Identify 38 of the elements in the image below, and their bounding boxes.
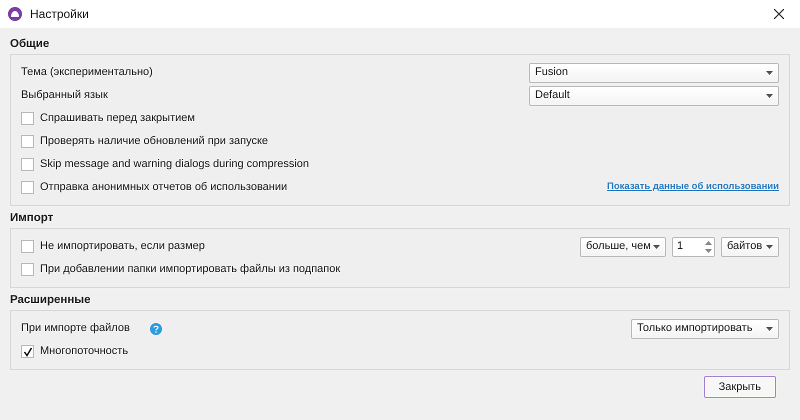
setting-label: Выбранный язык <box>21 88 108 104</box>
close-button[interactable]: Закрыть <box>704 376 776 398</box>
dropdown[interactable]: больше, чем <box>580 236 666 256</box>
checkbox-label: Многопоточность <box>40 344 128 360</box>
dropdown[interactable]: Default <box>529 86 779 106</box>
checkbox-label: Спрашивать перед закрытием <box>40 111 195 126</box>
caret-icon <box>766 94 773 98</box>
checkbox-label: Не импортировать, если размер <box>40 239 205 254</box>
dropdown[interactable]: байтов <box>721 236 779 256</box>
dropdown[interactable]: Fusion <box>529 62 779 82</box>
dropdown[interactable]: Только импортировать <box>631 318 779 338</box>
section-heading: Общие <box>10 37 50 52</box>
caret-icon <box>653 244 660 248</box>
app-logo-icon <box>8 7 22 21</box>
caret-icon <box>766 326 773 330</box>
checkbox[interactable] <box>21 263 34 276</box>
help-icon[interactable] <box>150 322 162 334</box>
setting-label: Тема (экспериментально) <box>21 65 153 80</box>
checkbox[interactable] <box>21 181 34 194</box>
setting-label: При импорте файлов <box>21 321 130 336</box>
checkbox[interactable] <box>21 240 34 253</box>
checkbox-label: Отправка анонимных отчетов об использовании <box>40 180 288 196</box>
caret-icon <box>766 244 773 248</box>
checkbox-label: Проверять наличие обновлений при запуске <box>40 134 268 150</box>
window-title: Настройки <box>30 6 89 23</box>
spin-arrows-icon[interactable] <box>705 240 712 254</box>
checkbox[interactable] <box>21 135 34 148</box>
checkbox[interactable] <box>21 112 34 125</box>
checkbox-label: При добавлении папки импортировать файлы из подпапок <box>40 262 340 278</box>
close-icon[interactable] <box>774 9 784 19</box>
checkbox-label: Skip message and warning dialogs during compression <box>40 157 310 172</box>
checkbox[interactable] <box>21 345 34 358</box>
section-heading: Расширенные <box>10 293 92 308</box>
section-heading: Импорт <box>10 211 54 226</box>
caret-icon <box>766 70 773 74</box>
usage-data-link[interactable]: Показать данные об использовании <box>607 180 779 195</box>
checkbox[interactable] <box>21 158 34 171</box>
number-spinbox[interactable]: 1 <box>672 236 715 256</box>
